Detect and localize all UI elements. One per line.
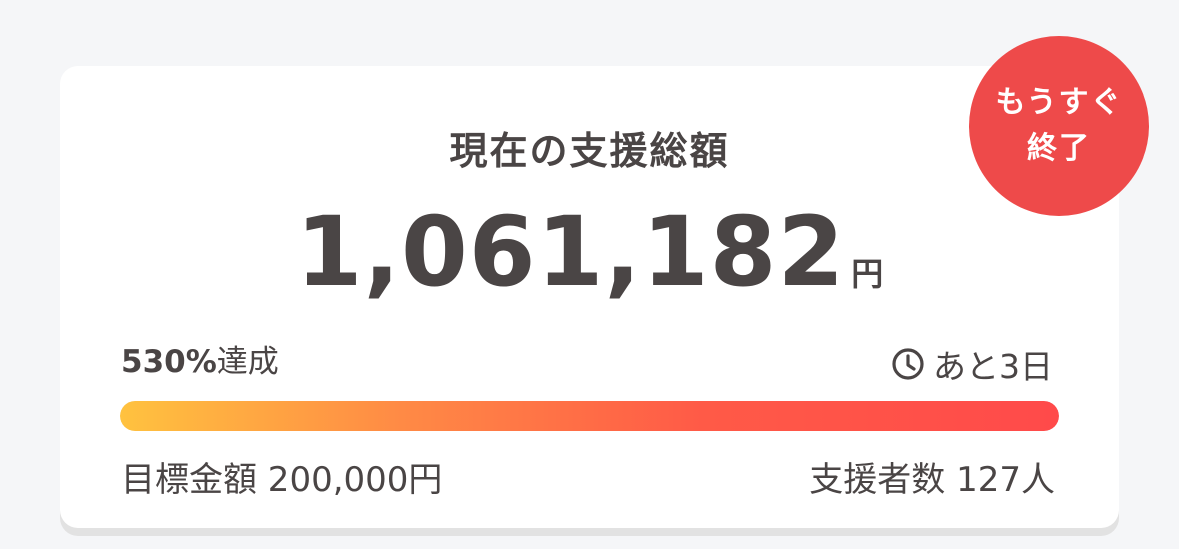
- progress-bar: [120, 401, 1059, 431]
- achievement-rate: 530%達成: [121, 336, 279, 381]
- currency-unit: 円: [851, 255, 884, 293]
- achievement-suffix: 達成: [216, 344, 279, 380]
- total-amount: 1,061,182 円: [0, 196, 1179, 308]
- progress-bar-fill: [120, 401, 1059, 431]
- total-support-title: 現在の支援総額: [449, 129, 730, 173]
- amount-value: 1,061,182: [295, 196, 846, 308]
- remaining-text: あと3日: [933, 347, 1053, 386]
- goal-amount: 目標金額 200,000円: [121, 460, 443, 500]
- remaining-time: あと3日: [891, 340, 1053, 388]
- clock-icon: [892, 348, 924, 380]
- supporter-count: 支援者数 127人: [809, 460, 1055, 500]
- achievement-percent: 530%: [121, 344, 217, 380]
